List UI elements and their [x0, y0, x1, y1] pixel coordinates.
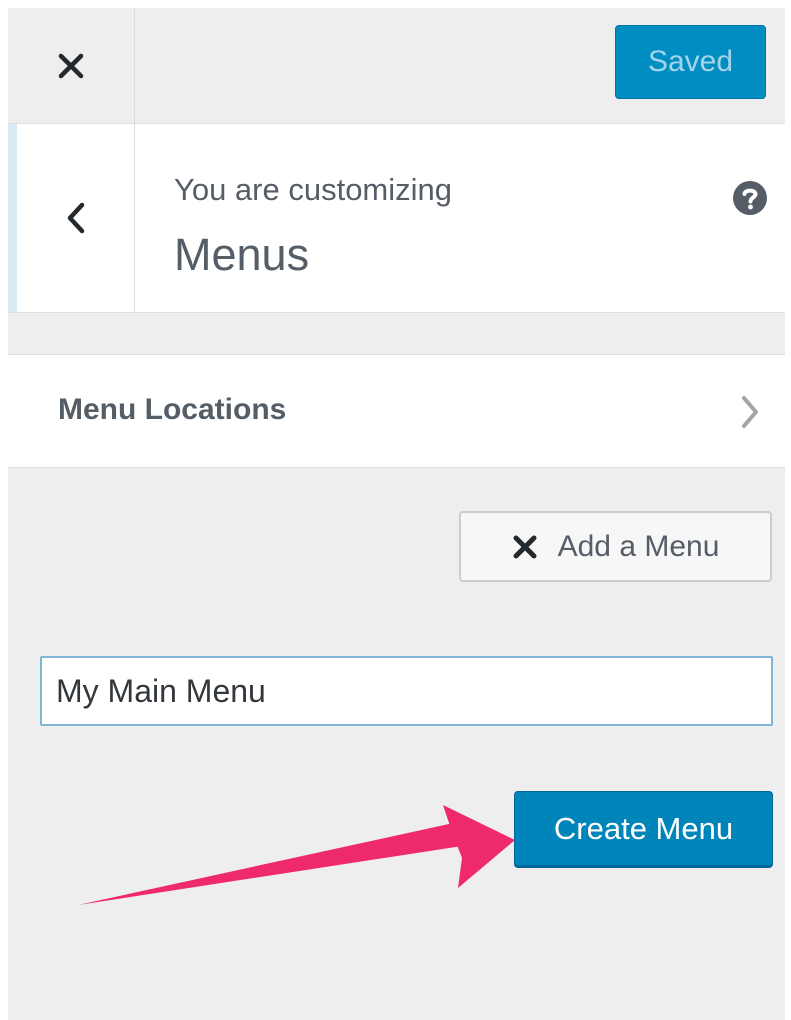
customizer-panel: Saved You are customizing Menus Menu Loc… [8, 8, 785, 1020]
close-icon [513, 535, 537, 558]
menu-locations-section[interactable]: Menu Locations [8, 354, 785, 468]
chevron-right-icon [742, 396, 758, 428]
add-a-menu-label: Add a Menu [557, 529, 720, 563]
question-circle-icon[interactable] [732, 180, 768, 216]
back-button[interactable] [17, 124, 135, 312]
customizer-header: Saved [8, 8, 785, 124]
add-a-menu-button[interactable]: Add a Menu [459, 511, 772, 582]
customizing-label: You are customizing [174, 172, 453, 207]
panel-title: Menus [174, 229, 310, 280]
menu-name-input[interactable] [40, 656, 773, 726]
chevron-left-icon [67, 202, 84, 234]
menu-locations-label: Menu Locations [58, 393, 287, 426]
close-customizer-button[interactable] [8, 8, 135, 123]
create-menu-button[interactable]: Create Menu [514, 791, 773, 866]
customizing-info: You are customizing Menus [8, 124, 785, 395]
saved-button[interactable]: Saved [615, 25, 766, 99]
close-icon [58, 53, 84, 78]
focus-accent-bar [8, 124, 17, 312]
